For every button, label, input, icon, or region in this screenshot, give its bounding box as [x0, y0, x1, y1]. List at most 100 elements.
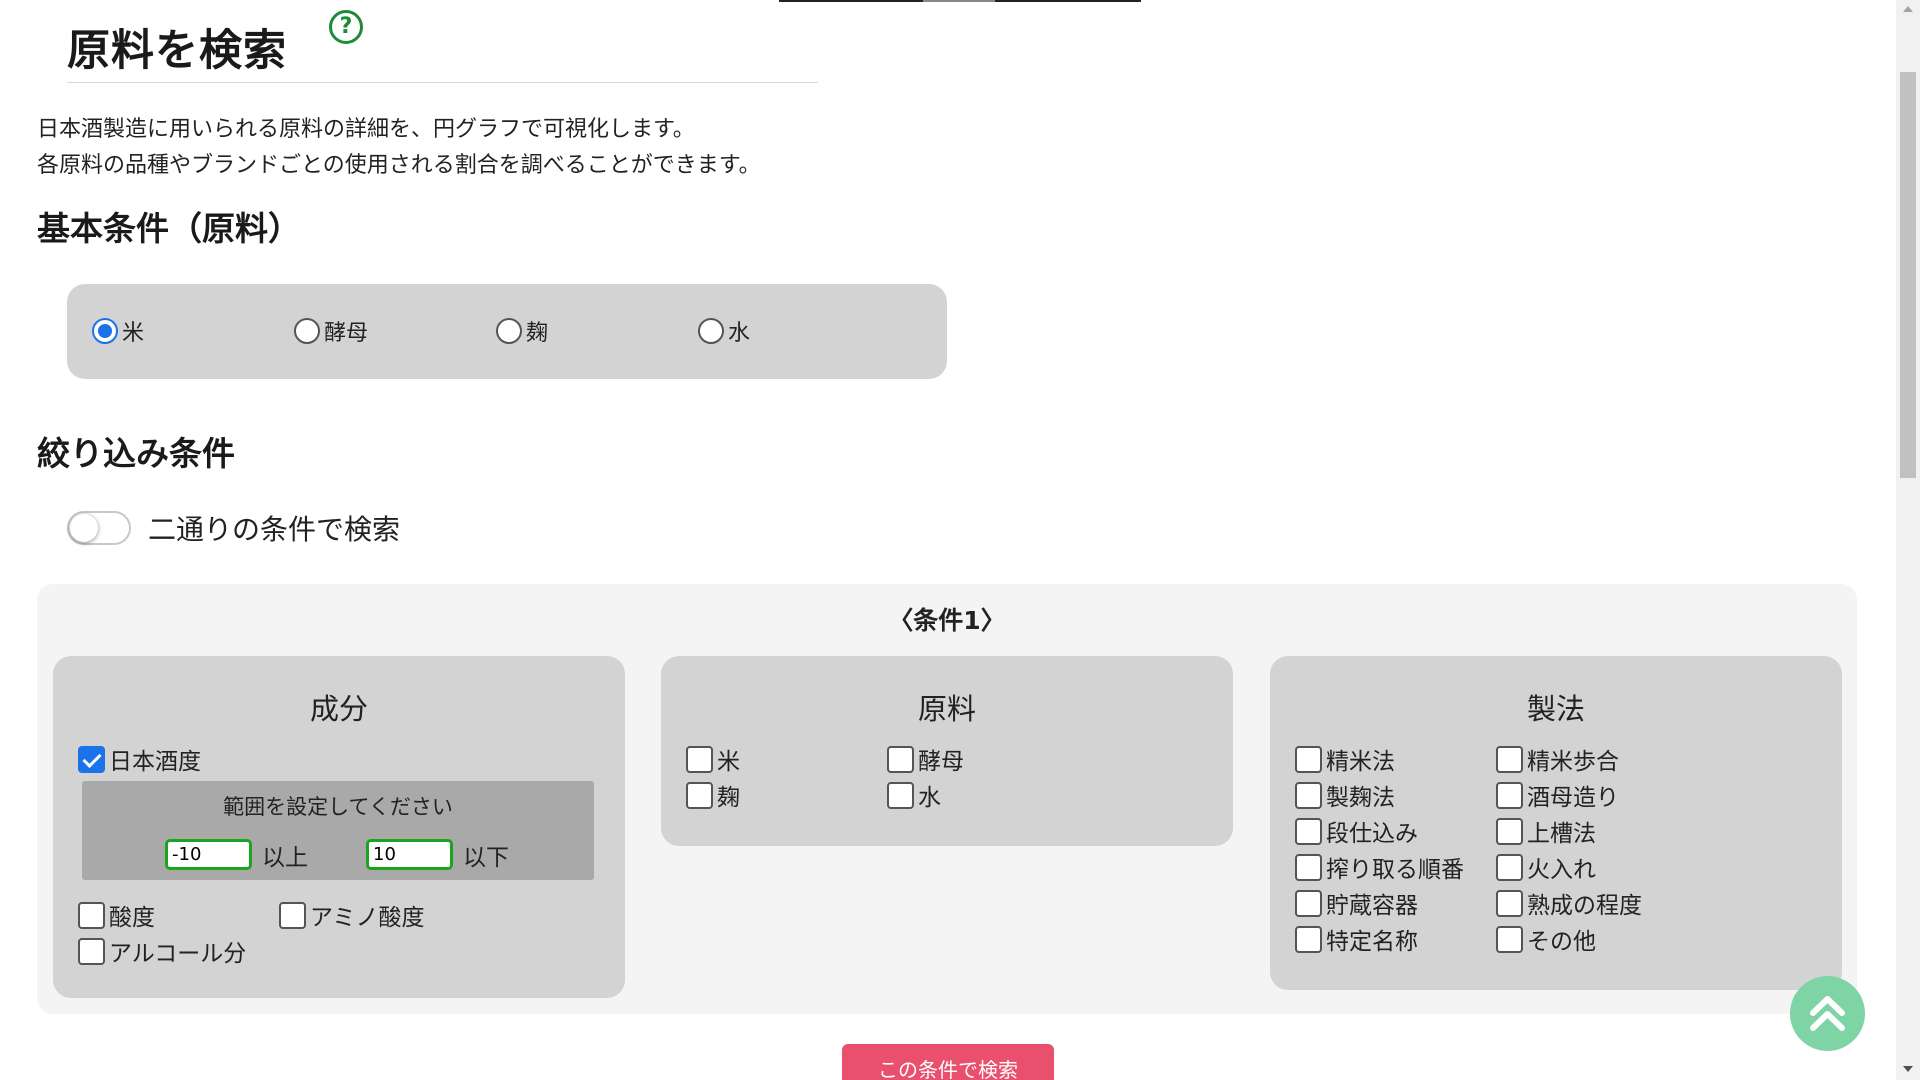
search-submit-button[interactable]: この条件で検索 — [842, 1044, 1054, 1080]
checkbox-polishing-ratio[interactable]: 精米歩合 — [1496, 742, 1619, 776]
methods-title: 製法 — [1526, 692, 1585, 726]
checkbox-label: 精米歩合 — [1527, 749, 1619, 775]
checkbox[interactable] — [78, 901, 105, 929]
radio-label: 酵母 — [324, 321, 369, 346]
checkbox[interactable] — [1496, 889, 1523, 917]
basic-conditions-box: 米 酵母 麹 水 — [67, 284, 947, 379]
toggle-label: 二通りの条件で検索 — [148, 513, 401, 546]
materials-box: 原料 米 酵母 麹 水 — [661, 656, 1233, 846]
checkbox-stage-brewing[interactable]: 段仕込み — [1295, 814, 1418, 848]
checkbox-label: 麹 — [717, 785, 740, 811]
top-tab-indicator — [779, 0, 1141, 2]
checkbox-storage-container[interactable]: 貯蔵容器 — [1295, 886, 1418, 920]
checkbox-special-designation[interactable]: 特定名称 — [1295, 922, 1418, 956]
page: 原料を検索 ? 日本酒製造に用いられる原料の詳細を、円グラフで可視化します。 各… — [0, 0, 1920, 1080]
checkbox-acidity[interactable]: 酸度 — [78, 898, 155, 932]
range-min-label: 以上 — [262, 845, 308, 871]
checkbox[interactable] — [1496, 817, 1523, 845]
components-title: 成分 — [309, 692, 368, 726]
checkbox-label: 酵母 — [918, 749, 964, 775]
radio-rice[interactable]: 米 — [92, 315, 144, 347]
checkbox-pressing-method[interactable]: 上槽法 — [1496, 814, 1596, 848]
checkbox[interactable] — [887, 745, 914, 773]
scrollbar-thumb[interactable] — [1900, 72, 1916, 478]
checkbox-label: 搾り取る順番 — [1326, 857, 1464, 883]
checkbox-sake-degree[interactable]: 日本酒度 — [78, 742, 201, 776]
checkbox-koji[interactable]: 麹 — [686, 778, 740, 812]
radio-button[interactable] — [698, 318, 724, 344]
title-row: 原料を検索 ? — [67, 10, 818, 83]
checkbox[interactable] — [1496, 853, 1523, 881]
radio-button[interactable] — [294, 318, 320, 344]
checkbox-amino-acidity[interactable]: アミノ酸度 — [279, 898, 425, 932]
question-circle-icon[interactable]: ? — [329, 10, 363, 44]
checkbox-aging-degree[interactable]: 熟成の程度 — [1496, 886, 1642, 920]
checkbox-water[interactable]: 水 — [887, 778, 941, 812]
checkbox-label: 熟成の程度 — [1527, 893, 1642, 919]
checkbox[interactable] — [279, 901, 306, 929]
checkbox[interactable] — [686, 781, 713, 809]
toggle-knob — [70, 514, 98, 542]
checkbox[interactable] — [1295, 853, 1322, 881]
checkbox-label: 酒母造り — [1527, 785, 1619, 811]
radio-button[interactable] — [496, 318, 522, 344]
scroll-to-top-button[interactable] — [1790, 976, 1865, 1051]
checkbox-rice[interactable]: 米 — [686, 742, 740, 776]
materials-title: 原料 — [917, 692, 976, 726]
radio-water[interactable]: 水 — [698, 315, 750, 347]
radio-koji[interactable]: 麹 — [496, 315, 548, 347]
checkbox[interactable] — [1295, 925, 1322, 953]
checkbox-yeast[interactable]: 酵母 — [887, 742, 964, 776]
checkbox-label: 酸度 — [109, 905, 155, 931]
dual-condition-toggle[interactable] — [67, 511, 131, 545]
checkbox[interactable] — [78, 745, 105, 773]
radio-label: 米 — [122, 321, 145, 346]
checkbox-pasteurization[interactable]: 火入れ — [1496, 850, 1596, 884]
checkbox[interactable] — [1295, 781, 1322, 809]
checkbox-label: 特定名称 — [1326, 929, 1418, 955]
checkbox[interactable] — [1295, 817, 1322, 845]
dual-condition-toggle-row: 二通りの条件で検索 — [67, 508, 400, 548]
double-chevron-up-icon — [1810, 996, 1845, 1031]
checkbox-polishing-method[interactable]: 精米法 — [1295, 742, 1395, 776]
checkbox[interactable] — [686, 745, 713, 773]
checkbox[interactable] — [1496, 925, 1523, 953]
description-line: 各原料の品種やブランドごとの使用される割合を調べることができます。 — [37, 153, 761, 178]
checkbox-other[interactable]: その他 — [1496, 922, 1596, 956]
radio-label: 麹 — [526, 321, 549, 346]
range-max-input[interactable] — [366, 839, 453, 870]
checkbox-label: 製麹法 — [1326, 785, 1395, 811]
checkbox[interactable] — [1295, 889, 1322, 917]
page-description: 日本酒製造に用いられる原料の詳細を、円グラフで可視化します。 各原料の品種やブラ… — [37, 112, 761, 184]
checkbox-label: 米 — [717, 749, 740, 775]
checkbox-pressing-order[interactable]: 搾り取る順番 — [1295, 850, 1464, 884]
scroll-down-arrow-icon[interactable] — [1903, 1066, 1913, 1072]
checkbox-label: アルコール分 — [109, 941, 247, 967]
methods-box: 製法 精米法 精米歩合 製麹法 酒母造り 段仕込み 上槽法 搾り取る順番 火入れ… — [1270, 656, 1842, 990]
components-box: 成分 日本酒度 範囲を設定してください 以上 以下 酸度 アミノ酸度 — [53, 656, 625, 998]
condition-1-panel: 〈条件1〉 成分 日本酒度 範囲を設定してください 以上 以下 酸度 アミノ — [37, 584, 1857, 1014]
checkbox-label: 日本酒度 — [109, 749, 201, 775]
radio-label: 水 — [728, 321, 751, 346]
checkbox-label: その他 — [1527, 929, 1596, 955]
vertical-scrollbar[interactable] — [1896, 0, 1920, 1080]
scroll-up-arrow-icon[interactable] — [1903, 6, 1913, 12]
checkbox[interactable] — [1496, 781, 1523, 809]
checkbox-starter-making[interactable]: 酒母造り — [1496, 778, 1619, 812]
radio-yeast[interactable]: 酵母 — [294, 315, 368, 347]
checkbox[interactable] — [78, 937, 105, 965]
checkbox-koji-making[interactable]: 製麹法 — [1295, 778, 1395, 812]
range-max-label: 以下 — [463, 845, 509, 871]
checkbox-alcohol[interactable]: アルコール分 — [78, 934, 246, 968]
checkbox[interactable] — [887, 781, 914, 809]
filter-conditions-heading: 絞り込み条件 — [37, 434, 235, 473]
radio-button[interactable] — [92, 318, 118, 344]
checkbox[interactable] — [1496, 745, 1523, 773]
range-settings: 範囲を設定してください 以上 以下 — [82, 781, 594, 880]
checkbox[interactable] — [1295, 745, 1322, 773]
checkbox-label: 水 — [918, 785, 941, 811]
description-line: 日本酒製造に用いられる原料の詳細を、円グラフで可視化します。 — [37, 117, 695, 142]
checkbox-label: 精米法 — [1326, 749, 1395, 775]
range-min-input[interactable] — [165, 839, 252, 870]
checkbox-label: 上槽法 — [1527, 821, 1596, 847]
